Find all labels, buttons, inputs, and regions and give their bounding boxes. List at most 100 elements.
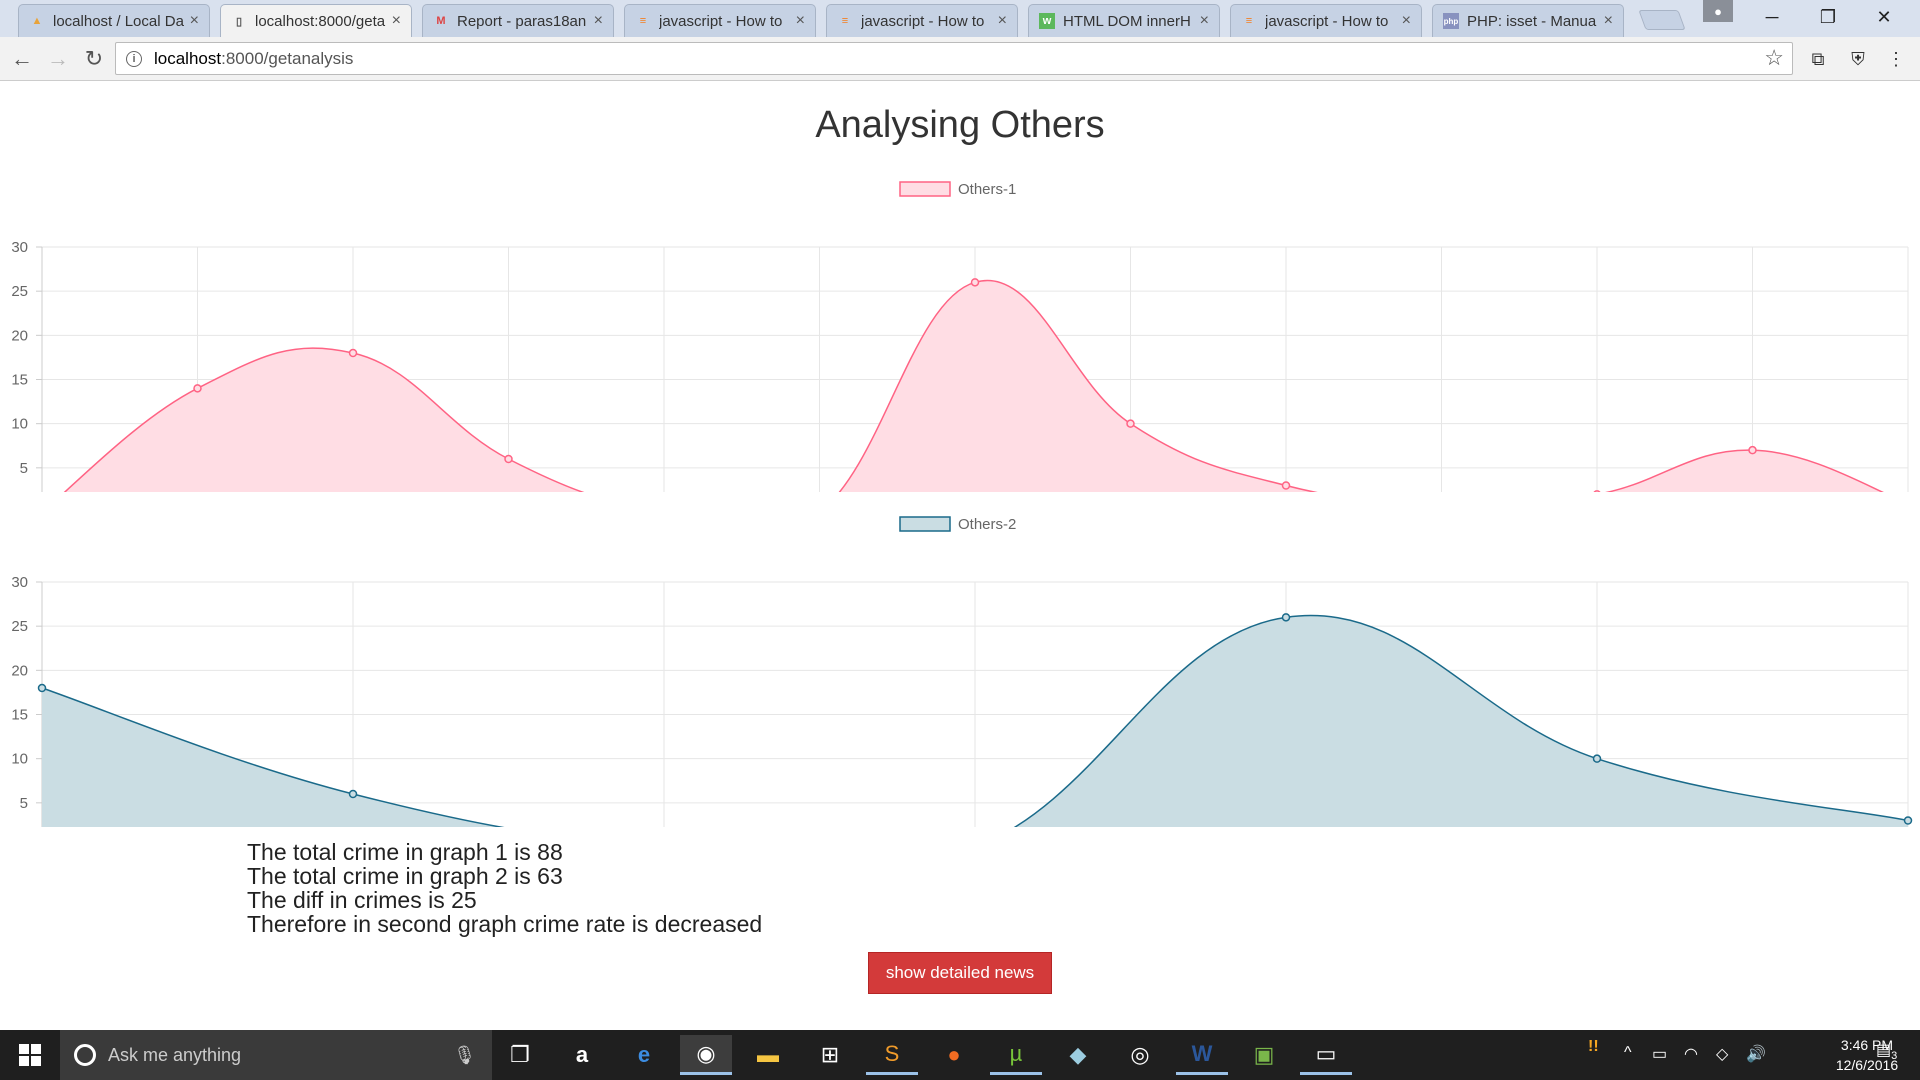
data-point — [1592, 754, 1602, 763]
y-tick-label: 25 — [11, 283, 28, 300]
action-center-icon[interactable]: ▤3 — [1876, 1040, 1897, 1062]
wifi-icon[interactable]: ◠ — [1684, 1044, 1698, 1064]
close-icon[interactable]: × — [1200, 12, 1209, 30]
notification-badge-icon[interactable]: !! — [1588, 1038, 1599, 1056]
browser-toolbar: ← → ↻ i localhost:8000/getanalysis ☆ ⧉ ⛨… — [0, 37, 1920, 81]
legend-swatch — [899, 516, 951, 532]
legend-label: Others-1 — [958, 181, 1016, 198]
clock-time: 3:46 PM — [1840, 1037, 1894, 1053]
browser-tab[interactable]: ≡ javascript - How to × — [826, 4, 1018, 37]
clock[interactable]: 3:46 PM 12/6/2016 — [1822, 1030, 1912, 1080]
y-tick-label: 20 — [11, 327, 28, 344]
search-placeholder: Ask me anything — [108, 1044, 242, 1065]
store-icon[interactable]: ⊞ — [804, 1035, 856, 1075]
tab-strip: ▲ localhost / Local Da × ▯ localhost:800… — [0, 0, 1920, 37]
new-tab-button[interactable] — [1638, 10, 1686, 30]
summary-line: The diff in crimes is 25 — [247, 887, 477, 913]
data-point — [348, 789, 358, 799]
show-detailed-news-button[interactable]: show detailed news — [868, 952, 1052, 994]
page-icon: ▯ — [235, 15, 243, 28]
data-point — [504, 454, 513, 464]
y-tick-label: 30 — [11, 574, 28, 591]
data-point — [1126, 419, 1135, 428]
address-url[interactable]: localhost:8000/getanalysis — [154, 49, 353, 69]
data-point — [970, 278, 980, 287]
close-icon[interactable]: × — [1604, 12, 1613, 30]
tab-title: localhost / Local Da — [53, 12, 184, 30]
close-icon[interactable]: × — [1402, 12, 1411, 30]
tab-title: Report - paras18an — [457, 12, 587, 30]
app-icon[interactable]: ◆ — [1052, 1035, 1104, 1075]
address-bar[interactable]: i localhost:8000/getanalysis ☆ — [115, 42, 1793, 75]
tab-title: javascript - How to — [861, 12, 985, 30]
summary-line: The total crime in graph 1 is 88 — [247, 839, 563, 865]
edge-icon[interactable]: e — [618, 1035, 670, 1075]
browser-tab[interactable]: ≡ javascript - How to × — [1230, 4, 1422, 37]
microphone-icon[interactable]: 🎙 — [453, 1045, 476, 1066]
close-icon[interactable]: × — [190, 12, 199, 30]
firefox-icon[interactable]: ● — [928, 1035, 980, 1075]
info-icon[interactable]: i — [126, 50, 142, 67]
cortana-search-box[interactable]: Ask me anything 🎙 — [60, 1030, 492, 1080]
sublime-text-icon[interactable]: S — [866, 1035, 918, 1075]
dropbox-icon[interactable]: ◇ — [1716, 1044, 1728, 1064]
shield-icon[interactable]: ⛨ — [1846, 47, 1870, 71]
browser-tab[interactable]: ▲ localhost / Local Da × — [18, 4, 210, 37]
y-tick-label: 25 — [11, 618, 28, 635]
legend-swatch — [899, 181, 951, 197]
profile-icon[interactable]: ● — [1703, 0, 1733, 22]
image-viewer-icon[interactable]: ▣ — [1238, 1035, 1290, 1075]
data-point — [348, 348, 358, 358]
series-area-fill — [64, 280, 1883, 492]
close-icon[interactable]: × — [594, 12, 603, 30]
stackoverflow-icon: ≡ — [841, 15, 849, 27]
reload-icon[interactable]: ↻ — [80, 45, 108, 73]
restore-icon[interactable]: ❐ — [1800, 0, 1856, 34]
browser-tab[interactable]: php PHP: isset - Manua × — [1432, 4, 1624, 37]
page-title: Analysing Others — [815, 104, 1105, 146]
terminal-icon[interactable]: ▭ — [1300, 1035, 1352, 1075]
close-icon[interactable]: × — [392, 12, 401, 30]
clock-date: 12/6/2016 — [1835, 1057, 1899, 1073]
bookmark-star-icon[interactable]: ☆ — [1764, 45, 1784, 71]
utorrent-icon[interactable]: µ — [990, 1035, 1042, 1075]
close-icon[interactable]: × — [998, 12, 1007, 30]
menu-icon[interactable]: ⋮ — [1884, 47, 1908, 71]
data-point — [193, 384, 202, 393]
windows-start-icon[interactable] — [0, 1030, 60, 1080]
media-player-icon[interactable]: ◎ — [1114, 1035, 1166, 1075]
pma-icon: ▲ — [31, 15, 43, 27]
w3schools-icon: w — [1039, 13, 1055, 29]
forward-icon[interactable]: → — [44, 45, 72, 73]
tab-title: javascript - How to — [1265, 12, 1389, 30]
extension-icon[interactable]: ⧉ — [1806, 47, 1830, 71]
volume-icon[interactable]: 🔊 — [1746, 1044, 1766, 1064]
close-icon[interactable]: × — [796, 12, 805, 30]
chrome-icon[interactable]: ◉ — [680, 1035, 732, 1075]
summary-line: The total crime in graph 2 is 63 — [247, 863, 563, 889]
gmail-icon: M — [436, 15, 446, 27]
battery-icon: ▭ — [1652, 1046, 1668, 1063]
word-icon[interactable]: W — [1176, 1035, 1228, 1075]
browser-tab-active[interactable]: ▯ localhost:8000/geta × — [220, 4, 412, 37]
browser-tab[interactable]: M Report - paras18an × — [422, 4, 614, 37]
page-content: Analysing Others Others-1051015202530201… — [0, 82, 1920, 1030]
task-view-icon[interactable]: ❐ — [494, 1035, 546, 1075]
browser-tab[interactable]: w HTML DOM innerH × — [1028, 4, 1220, 37]
chevron-up-icon[interactable]: ^ — [1624, 1044, 1632, 1062]
back-icon[interactable]: ← — [8, 45, 36, 73]
cortana-icon — [74, 1044, 96, 1066]
file-explorer-icon[interactable]: ▬ — [742, 1035, 794, 1075]
amazon-icon[interactable]: a — [556, 1035, 608, 1075]
summary-line: Therefore in second graph crime rate is … — [247, 911, 763, 937]
y-tick-label: 5 — [20, 460, 28, 477]
minimize-icon[interactable]: ─ — [1744, 0, 1800, 34]
y-tick-label: 10 — [11, 416, 28, 433]
y-tick-label: 5 — [20, 795, 28, 812]
tab-title: HTML DOM innerH — [1063, 12, 1191, 30]
y-tick-label: 15 — [11, 372, 28, 389]
data-point — [1903, 816, 1913, 825]
close-window-icon[interactable]: ✕ — [1856, 0, 1912, 34]
browser-tab[interactable]: ≡ javascript - How to × — [624, 4, 816, 37]
y-tick-label: 20 — [11, 662, 28, 679]
